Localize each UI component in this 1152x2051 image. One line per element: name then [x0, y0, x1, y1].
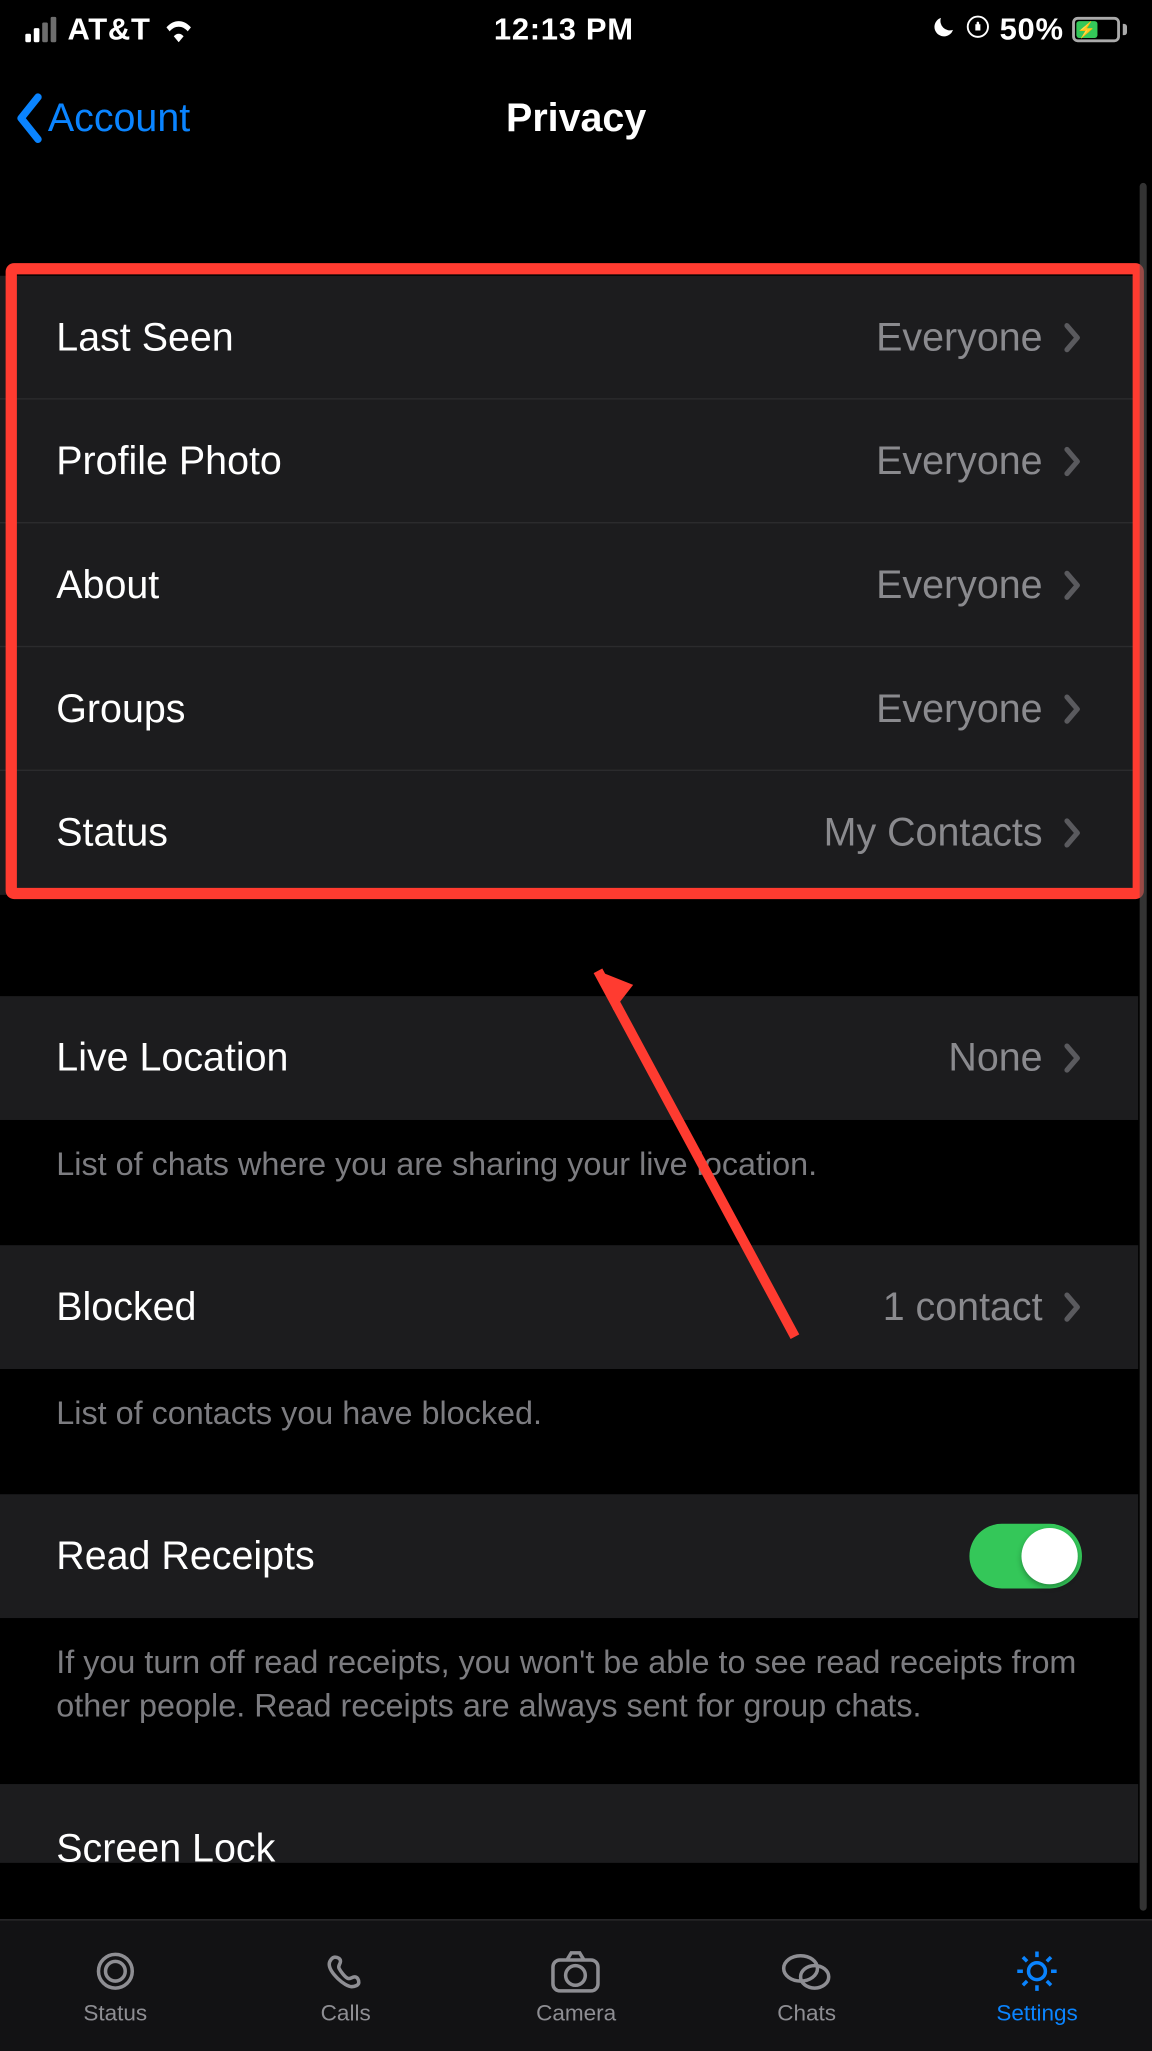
status-icon [90, 1945, 141, 1996]
blocked-value: 1 contact [883, 1285, 1043, 1330]
blocked-footer: List of contacts you have blocked. [0, 1369, 1138, 1466]
privacy-visibility-group: Last Seen Everyone Profile Photo Everyon… [0, 276, 1138, 895]
chevron-right-icon [1062, 817, 1082, 848]
about-row[interactable]: About Everyone [0, 523, 1138, 647]
nav-header: Account Privacy [0, 59, 1152, 177]
chevron-right-icon [1062, 445, 1082, 476]
about-value: Everyone [876, 562, 1042, 607]
tab-chats-label: Chats [777, 2001, 836, 2026]
tab-chats[interactable]: Chats [691, 1921, 921, 2051]
status-row[interactable]: Status My Contacts [0, 771, 1138, 895]
read-receipts-row: Read Receipts [0, 1494, 1138, 1618]
tab-calls[interactable]: Calls [230, 1921, 460, 2051]
status-label: Status [56, 810, 168, 855]
profile-photo-value: Everyone [876, 438, 1042, 483]
live-location-value: None [948, 1036, 1042, 1081]
chevron-right-icon [1062, 321, 1082, 352]
profile-photo-label: Profile Photo [56, 438, 282, 483]
chevron-right-icon [1062, 569, 1082, 600]
status-value: My Contacts [824, 810, 1043, 855]
tab-camera[interactable]: Camera [461, 1921, 691, 2051]
tab-status-label: Status [83, 2001, 147, 2026]
tab-bar: Status Calls Camera Chats Settings [0, 1919, 1152, 2051]
status-bar: AT&T 12:13 PM 50% ⚡ [0, 0, 1152, 59]
chevron-right-icon [1062, 1292, 1082, 1323]
tab-status[interactable]: Status [0, 1921, 230, 2051]
last-seen-row[interactable]: Last Seen Everyone [0, 276, 1138, 400]
carrier-label: AT&T [68, 11, 151, 48]
camera-icon [548, 1945, 604, 1996]
wifi-icon [162, 17, 196, 42]
chevron-right-icon [1062, 1043, 1082, 1074]
last-seen-label: Last Seen [56, 314, 233, 359]
scroll-indicator [1140, 183, 1147, 1911]
read-receipts-toggle[interactable] [969, 1524, 1082, 1589]
last-seen-value: Everyone [876, 314, 1042, 359]
back-button[interactable]: Account [14, 93, 190, 144]
phone-icon [320, 1945, 371, 1996]
chats-icon [778, 1945, 834, 1996]
live-location-row[interactable]: Live Location None [0, 996, 1138, 1120]
blocked-label: Blocked [56, 1285, 196, 1330]
chevron-right-icon [1062, 693, 1082, 724]
read-receipts-label: Read Receipts [56, 1534, 314, 1579]
groups-row[interactable]: Groups Everyone [0, 647, 1138, 771]
live-location-footer: List of chats where you are sharing your… [0, 1120, 1138, 1217]
do-not-disturb-icon [932, 11, 957, 48]
chevron-left-icon [14, 93, 45, 144]
tab-calls-label: Calls [321, 2001, 371, 2026]
gear-icon [1012, 1945, 1063, 1996]
tab-settings-label: Settings [996, 2001, 1077, 2026]
groups-value: Everyone [876, 686, 1042, 731]
cellular-signal-icon [25, 17, 56, 42]
live-location-label: Live Location [56, 1036, 288, 1081]
page-title: Privacy [506, 96, 646, 140]
tab-settings[interactable]: Settings [922, 1921, 1152, 2051]
blocked-row[interactable]: Blocked 1 contact [0, 1245, 1138, 1369]
groups-label: Groups [56, 686, 185, 731]
back-label: Account [48, 96, 190, 141]
clock: 12:13 PM [196, 11, 932, 48]
battery-percent: 50% [1000, 11, 1064, 48]
read-receipts-footer: If you turn off read receipts, you won't… [0, 1618, 1138, 1759]
screen-lock-row[interactable]: Screen Lock [0, 1784, 1138, 1863]
about-label: About [56, 562, 159, 607]
orientation-lock-icon [966, 11, 991, 48]
battery-icon: ⚡ [1072, 17, 1127, 42]
tab-camera-label: Camera [536, 2001, 616, 2026]
screen-lock-label: Screen Lock [56, 1827, 275, 1864]
profile-photo-row[interactable]: Profile Photo Everyone [0, 400, 1138, 524]
